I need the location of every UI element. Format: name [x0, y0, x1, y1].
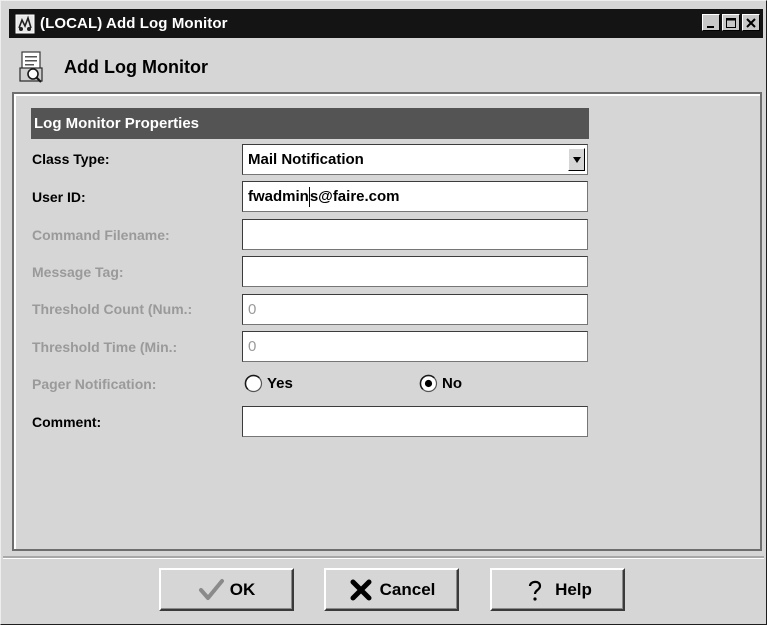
minimize-icon — [707, 25, 714, 28]
class-type-select[interactable]: Mail Notification — [242, 144, 588, 175]
pager-yes-radio[interactable]: Yes — [244, 374, 293, 393]
user-id-value-part1: fwadmin — [248, 188, 309, 205]
class-type-dropdown-button[interactable] — [568, 148, 585, 171]
threshold-time-input[interactable]: 0 — [242, 331, 588, 362]
threshold-time-label: Threshold Time (Min.: — [32, 339, 178, 355]
pager-no-label: No — [442, 375, 462, 392]
dialog-header: Add Log Monitor — [19, 49, 208, 85]
class-type-label: Class Type: — [32, 151, 110, 167]
pager-yes-label: Yes — [267, 375, 293, 392]
threshold-count-label: Threshold Count (Num.: — [32, 301, 193, 317]
page-title: Add Log Monitor — [64, 56, 208, 77]
chevron-down-icon — [572, 156, 581, 163]
ok-label: OK — [229, 579, 256, 599]
checkmark-icon — [198, 578, 224, 600]
ok-button[interactable]: OK — [159, 568, 294, 611]
radio-unselected-icon — [244, 374, 263, 393]
log-monitor-icon — [19, 51, 43, 83]
window-controls — [702, 14, 760, 31]
window-title: (LOCAL) Add Log Monitor — [40, 15, 228, 32]
radio-selected-icon — [419, 374, 438, 393]
pager-no-radio[interactable]: No — [419, 374, 462, 393]
x-icon — [350, 579, 372, 600]
threshold-count-value: 0 — [248, 301, 257, 318]
close-icon — [746, 17, 756, 28]
class-type-value: Mail Notification — [248, 151, 364, 168]
question-mark-icon — [528, 580, 542, 601]
close-button[interactable] — [742, 14, 760, 31]
cancel-button[interactable]: Cancel — [324, 568, 459, 611]
app-icon[interactable] — [15, 14, 35, 34]
command-filename-input[interactable] — [242, 219, 588, 250]
maximize-icon — [726, 17, 736, 28]
comment-input[interactable] — [242, 406, 588, 437]
user-id-input[interactable]: fwadmin s@faire.com — [242, 181, 588, 212]
threshold-time-value: 0 — [248, 338, 257, 355]
user-id-value-part2: s@faire.com — [309, 188, 400, 205]
maximize-button[interactable] — [722, 14, 740, 31]
help-button[interactable]: Help — [490, 568, 625, 611]
title-bar[interactable]: (LOCAL) Add Log Monitor — [9, 9, 763, 38]
message-tag-input[interactable] — [242, 256, 588, 287]
command-filename-label: Command Filename: — [32, 227, 170, 243]
footer-divider — [3, 556, 764, 559]
pager-notification-label: Pager Notification: — [32, 376, 157, 392]
dialog-window: (LOCAL) Add Log Monitor Add Log Monitor — [0, 0, 767, 625]
user-id-label: User ID: — [32, 189, 86, 205]
minimize-button[interactable] — [702, 14, 720, 31]
message-tag-label: Message Tag: — [32, 264, 124, 280]
section-header: Log Monitor Properties — [31, 108, 589, 139]
help-label: Help — [555, 579, 592, 599]
cancel-label: Cancel — [379, 579, 436, 599]
threshold-count-input[interactable]: 0 — [242, 294, 588, 325]
comment-label: Comment: — [32, 414, 102, 430]
